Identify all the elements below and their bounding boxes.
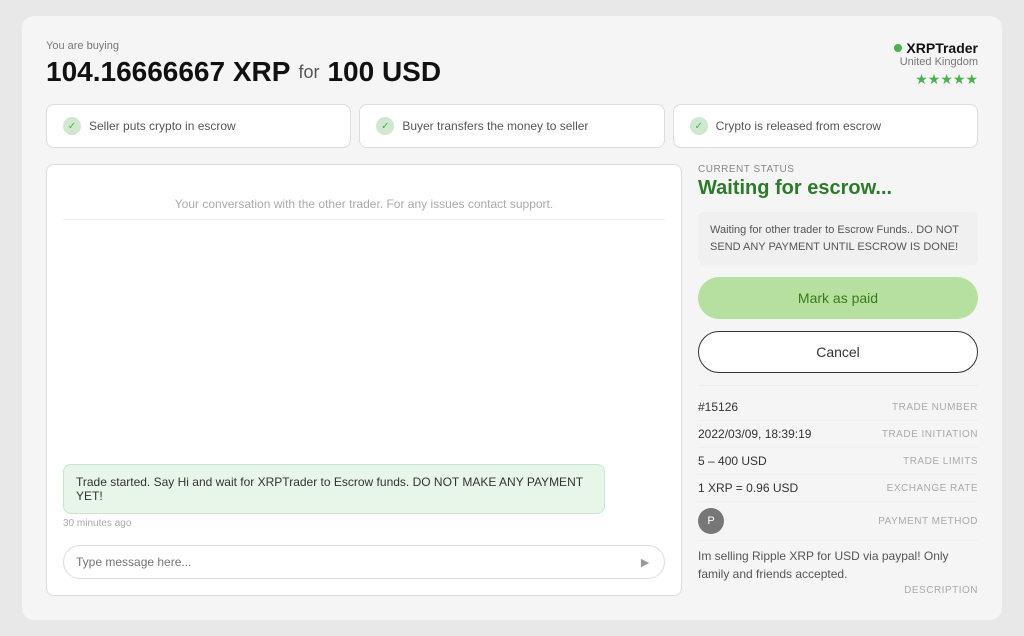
- step-2: ✓ Buyer transfers the money to seller: [359, 104, 664, 148]
- main-content: Your conversation with the other trader.…: [46, 164, 978, 596]
- check-icon-1: ✓: [63, 117, 81, 135]
- description-row: Im selling Ripple XRP for USD via paypal…: [698, 541, 978, 596]
- crypto-amount: 104.16666667 XRP: [46, 56, 290, 88]
- fiat-amount: 100 USD: [327, 56, 441, 88]
- status-title: Waiting for escrow...: [698, 177, 978, 200]
- trade-summary: You are buying 104.16666667 XRP for 100 …: [46, 40, 441, 88]
- check-icon-3: ✓: [690, 117, 708, 135]
- payment-icon: P: [698, 508, 724, 534]
- current-status-label: CURRENT STATUS: [698, 164, 978, 175]
- status-section: CURRENT STATUS Waiting for escrow...: [698, 164, 978, 200]
- exchange-rate-label: EXCHANGE RATE: [887, 483, 978, 494]
- payment-method-label: PAYMENT METHOD: [878, 516, 978, 527]
- trade-number-label: TRADE NUMBER: [892, 402, 978, 413]
- chat-input[interactable]: [76, 555, 638, 569]
- top-bar: You are buying 104.16666667 XRP for 100 …: [46, 40, 978, 88]
- trade-limits-label: TRADE LIMITS: [903, 456, 978, 467]
- buying-label: You are buying: [46, 40, 441, 52]
- step-3: ✓ Crypto is released from escrow: [673, 104, 978, 148]
- trade-number-value: #15126: [698, 400, 738, 414]
- trader-stars: ★★★★★: [894, 71, 978, 88]
- step-1: ✓ Seller puts crypto in escrow: [46, 104, 351, 148]
- for-text: for: [298, 62, 319, 83]
- payment-method-row: P PAYMENT METHOD: [698, 502, 978, 541]
- trade-initiation-row: 2022/03/09, 18:39:19 TRADE INITIATION: [698, 421, 978, 448]
- trade-limits-row: 5 – 400 USD TRADE LIMITS: [698, 448, 978, 475]
- chat-time: 30 minutes ago: [63, 518, 665, 529]
- chat-messages: Trade started. Say Hi and wait for XRPTr…: [63, 232, 665, 537]
- chat-input-row[interactable]: ►: [63, 545, 665, 579]
- trader-location: United Kingdom: [894, 56, 978, 68]
- chat-panel: Your conversation with the other trader.…: [46, 164, 682, 596]
- send-icon[interactable]: ►: [638, 554, 652, 570]
- trade-initiation-label: TRADE INITIATION: [882, 429, 978, 440]
- chat-message-1: Trade started. Say Hi and wait for XRPTr…: [63, 464, 665, 529]
- step-2-label: Buyer transfers the money to seller: [402, 119, 588, 133]
- check-icon-2: ✓: [376, 117, 394, 135]
- trade-initiation-value: 2022/03/09, 18:39:19: [698, 427, 811, 441]
- right-panel: CURRENT STATUS Waiting for escrow... Wai…: [698, 164, 978, 596]
- step-3-label: Crypto is released from escrow: [716, 119, 881, 133]
- steps-row: ✓ Seller puts crypto in escrow ✓ Buyer t…: [46, 104, 978, 148]
- amount-row: 104.16666667 XRP for 100 USD: [46, 56, 441, 88]
- exchange-rate-row: 1 XRP = 0.96 USD EXCHANGE RATE: [698, 475, 978, 502]
- trader-name: XRPTrader: [894, 40, 978, 56]
- exchange-rate-value: 1 XRP = 0.96 USD: [698, 481, 798, 495]
- trade-limits-value: 5 – 400 USD: [698, 454, 767, 468]
- cancel-button[interactable]: Cancel: [698, 331, 978, 373]
- trade-details: #15126 TRADE NUMBER 2022/03/09, 18:39:19…: [698, 385, 978, 596]
- chat-bubble: Trade started. Say Hi and wait for XRPTr…: [63, 464, 605, 514]
- escrow-notice: Waiting for other trader to Escrow Funds…: [698, 212, 978, 265]
- description-text: Im selling Ripple XRP for USD via paypal…: [698, 547, 978, 583]
- online-indicator: [894, 44, 902, 52]
- trade-number-row: #15126 TRADE NUMBER: [698, 394, 978, 421]
- description-label: DESCRIPTION: [698, 585, 978, 596]
- trader-info: XRPTrader United Kingdom ★★★★★: [894, 40, 978, 88]
- main-container: You are buying 104.16666667 XRP for 100 …: [22, 16, 1002, 620]
- mark-as-paid-button[interactable]: Mark as paid: [698, 277, 978, 319]
- step-1-label: Seller puts crypto in escrow: [89, 119, 236, 133]
- chat-placeholder: Your conversation with the other trader.…: [63, 181, 665, 220]
